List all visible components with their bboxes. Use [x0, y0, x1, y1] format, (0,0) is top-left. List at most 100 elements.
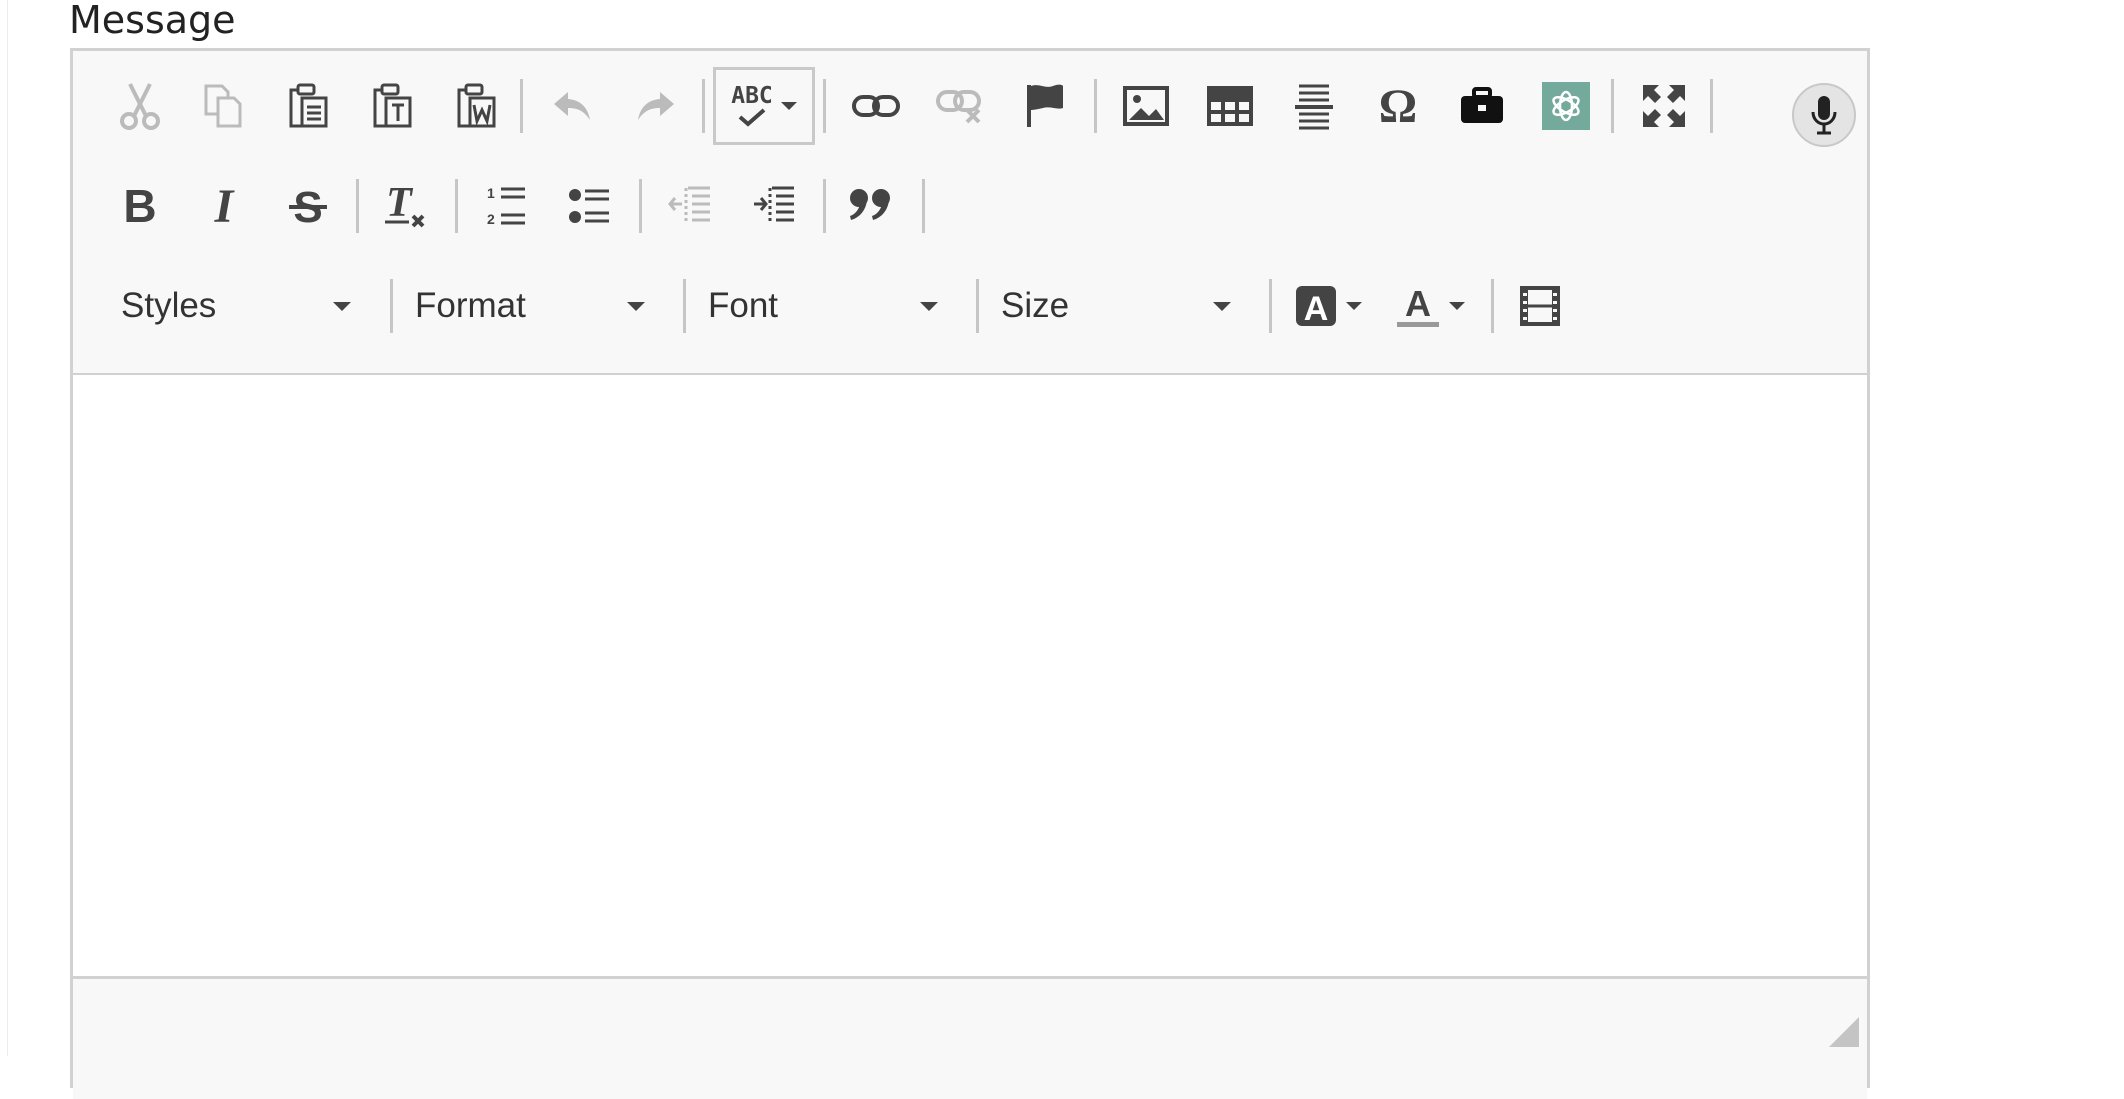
redo-button[interactable] [619, 69, 693, 143]
toolbar-separator [455, 179, 458, 233]
text-color-icon: A [1397, 283, 1439, 327]
font-dropdown[interactable]: Font [690, 269, 956, 343]
special-char-button[interactable]: Ω [1361, 69, 1435, 143]
editor-toolbar: ABC Ω B I S T 1 2 Styles Format Font Siz… [73, 51, 1867, 375]
chevron-down-icon [333, 302, 351, 311]
toolbar-separator [1710, 79, 1713, 133]
outdent-icon [668, 186, 710, 224]
numbered-list-icon: 12 [487, 185, 525, 227]
horizontal-line-button[interactable] [1277, 69, 1351, 143]
image-button[interactable] [1109, 69, 1183, 143]
svg-text:A: A [1405, 283, 1431, 324]
link-button[interactable] [839, 69, 913, 143]
remove-format-icon: T [385, 182, 425, 228]
svg-text:A: A [1304, 290, 1329, 328]
bulleted-list-button[interactable] [553, 169, 627, 243]
editor-footer [73, 976, 1867, 1099]
paste-button[interactable] [271, 69, 345, 143]
toolbar-separator [702, 79, 705, 133]
templates-button[interactable] [1445, 69, 1519, 143]
toolbar-separator [1269, 279, 1272, 333]
editor-content-area[interactable] [73, 375, 1867, 975]
toolbar-separator [520, 79, 523, 133]
toolbar-separator [390, 279, 393, 333]
background-color-button[interactable]: A [1283, 269, 1373, 343]
chevron-down-icon [1213, 302, 1231, 311]
toolbar-separator [922, 179, 925, 233]
ai-assistant-button[interactable] [1529, 69, 1603, 143]
strikethrough-button[interactable]: S [271, 169, 345, 243]
bold-button[interactable]: B [103, 169, 177, 243]
maximize-button[interactable] [1627, 69, 1701, 143]
background-color-icon: A [1296, 286, 1336, 328]
styles-dropdown[interactable]: Styles [103, 269, 369, 343]
rich-text-editor: ABC Ω B I S T 1 2 Styles Format Font Siz… [70, 48, 1870, 1099]
paste-text-button[interactable] [355, 69, 429, 143]
format-dropdown-label: Format [415, 286, 526, 325]
chevron-down-icon [1449, 302, 1465, 310]
strikethrough-icon: S [289, 184, 327, 228]
toolbar-separator [1491, 279, 1494, 333]
svg-text:1: 1 [487, 185, 495, 201]
video-film-icon [1520, 286, 1560, 326]
toolbar-row-1: ABC Ω [73, 67, 1867, 159]
toolbar-separator [823, 79, 826, 133]
anchor-button[interactable] [1007, 69, 1081, 143]
toolbar-separator [1611, 79, 1614, 133]
paste-word-button[interactable] [439, 69, 513, 143]
toolbar-separator [1094, 79, 1097, 133]
undo-icon [554, 92, 590, 120]
italic-button[interactable]: I [187, 169, 261, 243]
indent-icon [754, 186, 794, 224]
bold-icon: B [123, 180, 157, 232]
toolbar-separator [639, 179, 642, 233]
chevron-down-icon [780, 102, 797, 110]
size-dropdown-label: Size [1001, 286, 1070, 325]
table-button[interactable] [1193, 69, 1267, 143]
paste-text-icon [373, 83, 412, 128]
maximize-icon [1643, 85, 1685, 127]
spellcheck-icon: ABC [731, 85, 773, 127]
table-icon [1207, 86, 1253, 126]
styles-dropdown-label: Styles [121, 286, 217, 325]
templates-briefcase-icon [1461, 87, 1503, 123]
resize-handle-icon[interactable] [1829, 1017, 1859, 1047]
outdent-button[interactable] [653, 169, 727, 243]
bulleted-list-icon [569, 189, 609, 223]
page-gutter-line [7, 0, 8, 1056]
link-icon [852, 95, 900, 117]
format-dropdown[interactable]: Format [397, 269, 663, 343]
insert-video-button[interactable] [1503, 269, 1577, 343]
ai-assistant-icon [1542, 82, 1590, 130]
indent-button[interactable] [737, 169, 811, 243]
copy-icon [204, 84, 242, 128]
cut-icon [120, 83, 160, 130]
unlink-icon [936, 90, 981, 124]
text-color-button[interactable]: A [1385, 269, 1475, 343]
undo-button[interactable] [535, 69, 609, 143]
numbered-list-button[interactable]: 12 [469, 169, 543, 243]
toolbar-row-3: Styles Format Font Size A A [73, 269, 1867, 359]
remove-format-button[interactable]: T [369, 169, 443, 243]
chevron-down-icon [1346, 302, 1362, 310]
blockquote-button[interactable] [835, 169, 909, 243]
unlink-button[interactable] [923, 69, 997, 143]
toolbar-separator [356, 179, 359, 233]
spellcheck-button[interactable]: ABC [713, 67, 815, 145]
anchor-flag-icon [1027, 84, 1063, 127]
copy-button[interactable] [187, 69, 261, 143]
dictation-button[interactable] [1792, 83, 1856, 147]
redo-icon [638, 92, 674, 120]
paste-icon [289, 83, 328, 128]
microphone-icon [1811, 96, 1837, 135]
toolbar-separator [683, 279, 686, 333]
svg-text:T: T [386, 182, 414, 226]
message-label: Message [69, 0, 236, 42]
toolbar-separator [823, 179, 826, 233]
italic-icon: I [214, 179, 234, 233]
cut-button[interactable] [103, 69, 177, 143]
spellcheck-label: ABC [731, 83, 773, 109]
chevron-down-icon [627, 302, 645, 311]
size-dropdown[interactable]: Size [983, 269, 1249, 343]
font-dropdown-label: Font [708, 286, 779, 325]
